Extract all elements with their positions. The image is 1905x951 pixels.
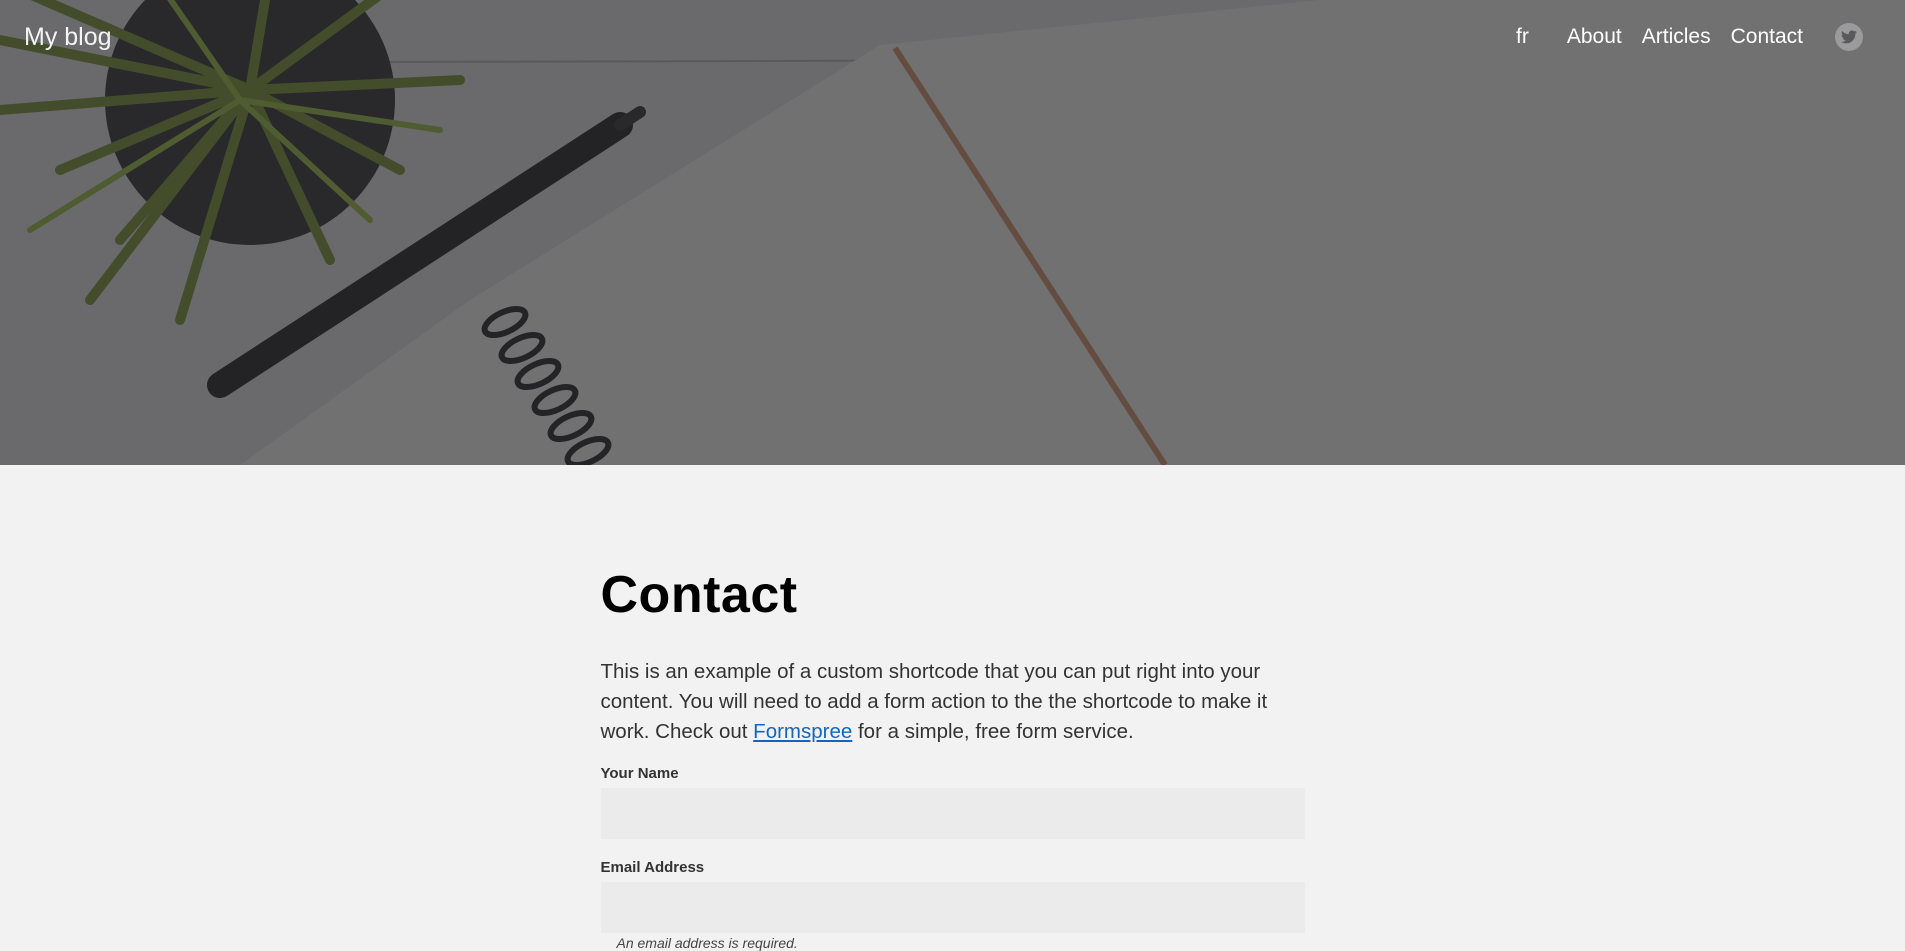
formspree-link[interactable]: Formspree (753, 720, 852, 743)
main-content: Contact This is an example of a custom s… (600, 465, 1305, 951)
email-field[interactable] (600, 882, 1305, 933)
contact-form: Your Name Email Address An email address… (600, 765, 1305, 951)
twitter-icon[interactable] (1835, 23, 1863, 51)
nav-link-about[interactable]: About (1567, 25, 1622, 49)
email-label: Email Address (600, 859, 705, 876)
intro-paragraph: This is an example of a custom shortcode… (601, 657, 1305, 747)
name-label: Your Name (600, 765, 679, 782)
name-field[interactable] (600, 788, 1305, 839)
page-title: Contact (600, 566, 798, 624)
top-navigation: My blog fr About Articles Contact (0, 0, 1905, 74)
nav-link-contact[interactable]: Contact (1731, 25, 1803, 49)
nav-menu: fr About Articles Contact (1516, 23, 1881, 51)
hero-header: My blog fr About Articles Contact (0, 0, 1905, 465)
intro-text-after: for a simple, free form service. (852, 720, 1134, 743)
email-required-hint: An email address is required. (616, 935, 798, 951)
site-brand-link[interactable]: My blog (24, 23, 112, 52)
nav-link-articles[interactable]: Articles (1642, 25, 1711, 49)
language-switch-link[interactable]: fr (1516, 25, 1529, 49)
